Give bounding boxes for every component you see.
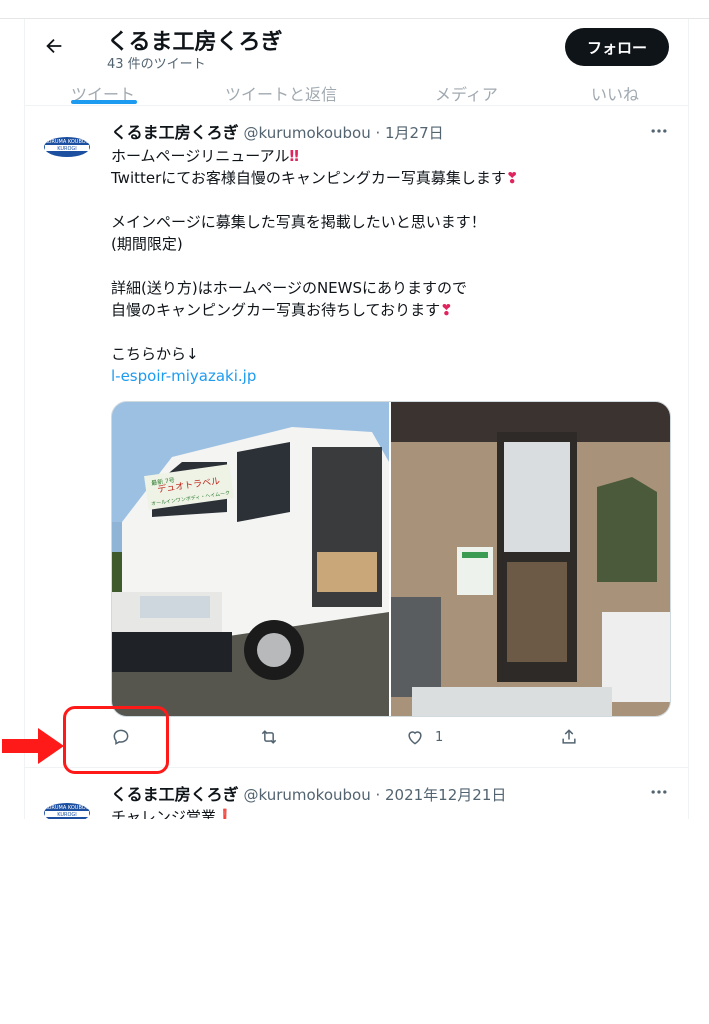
avatar-logo: KURUMA KOUBOU KUROGI	[43, 123, 91, 171]
follow-button[interactable]: フォロー	[565, 28, 669, 66]
like-count: 1	[435, 729, 444, 745]
highlight-box	[63, 706, 169, 774]
heart-exclamation-icon: ❣	[505, 169, 519, 187]
tweet-text: ホームページリニューアル‼ Twitterにてお客様自慢のキャンピングカー写真募…	[111, 147, 519, 385]
header-divider	[25, 105, 688, 106]
red-arrow-icon	[2, 728, 64, 764]
more-options-icon[interactable]	[649, 121, 669, 141]
retweet-button[interactable]	[259, 727, 279, 747]
tweet-actions: 1	[111, 727, 671, 753]
heart-exclamation-icon: ❣	[440, 301, 453, 319]
tab-likes[interactable]: いいね	[591, 81, 639, 105]
avatar[interactable]: KURUMA KOUBOU KUROGI	[43, 789, 91, 819]
tweet-text: チャレンジ営業❗	[111, 806, 235, 819]
profile-timeline: ツイート ツイートと返信 メディア いいね くるま工房くろぎ 43 件のツイート…	[24, 19, 689, 819]
tweet-count: 43 件のツイート	[107, 57, 206, 72]
svg-text:KUROGI: KUROGI	[57, 146, 77, 152]
tweet-header: くるま工房くろぎ @kurumokoubou · 2021年12月21日	[111, 781, 506, 805]
more-options-icon[interactable]	[649, 782, 669, 802]
retweet-icon	[261, 730, 277, 744]
author-meta[interactable]: @kurumokoubou · 1月27日	[243, 124, 443, 142]
website-link[interactable]: l-espoir-miyazaki.jp	[111, 367, 256, 385]
back-arrow-icon[interactable]	[43, 35, 65, 57]
share-button[interactable]	[559, 727, 579, 747]
heart-icon	[408, 731, 422, 745]
tweet-media[interactable]: デュオトラベル 最新 7号 オールインワンボディ・ヘイムーク	[111, 401, 671, 717]
author-name[interactable]: くるま工房くろぎ	[111, 785, 239, 804]
svg-text:KURUMA KOUBOU: KURUMA KOUBOU	[45, 139, 90, 145]
svg-text:KUROGI: KUROGI	[57, 812, 77, 818]
active-tab-indicator	[71, 100, 137, 104]
share-icon	[562, 729, 576, 744]
tab-tweets-replies[interactable]: ツイートと返信	[225, 81, 337, 105]
author-name[interactable]: くるま工房くろぎ	[111, 123, 239, 142]
double-exclamation-icon: ‼	[289, 147, 299, 165]
author-meta[interactable]: @kurumokoubou · 2021年12月21日	[243, 786, 506, 804]
avatar[interactable]: KURUMA KOUBOU KUROGI	[43, 123, 91, 171]
profile-header: くるま工房くろぎ 43 件のツイート フォロー	[25, 19, 688, 75]
tweet-header: くるま工房くろぎ @kurumokoubou · 1月27日	[111, 119, 444, 143]
exclamation-icon: ❗	[215, 808, 235, 819]
campervan-photos: デュオトラベル 最新 7号 オールインワンボディ・ヘイムーク	[112, 402, 670, 716]
like-button[interactable]: 1	[405, 727, 443, 747]
avatar-logo: KURUMA KOUBOU KUROGI	[43, 789, 91, 819]
profile-name: くるま工房くろぎ	[107, 30, 283, 55]
svg-text:KURUMA KOUBOU: KURUMA KOUBOU	[45, 805, 90, 811]
tab-media[interactable]: メディア	[435, 81, 498, 105]
